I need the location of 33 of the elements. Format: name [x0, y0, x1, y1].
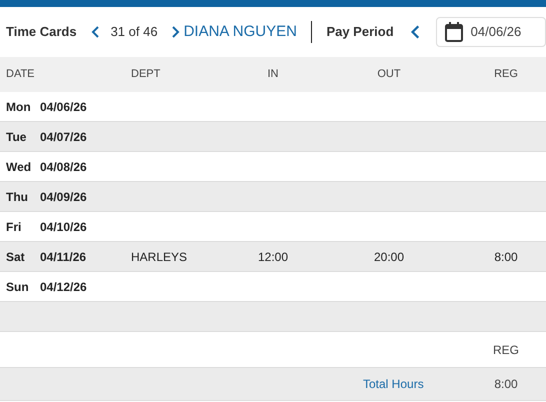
- employee-name: DIANA NGUYEN: [184, 22, 297, 42]
- column-header: OUT: [376, 67, 402, 82]
- day-cell-text: Mon: [6, 98, 32, 116]
- day-cell-text: Sat: [6, 248, 26, 266]
- page-title: Time Cards: [6, 23, 77, 42]
- date-cell-text: 04/08/26: [40, 158, 88, 176]
- table-cell-text: 8:00: [493, 248, 519, 266]
- date-cell-text: 04/06/26: [40, 98, 88, 116]
- total-hours-label: Total Hours: [362, 376, 425, 393]
- date-cell-text: 04/07/26: [40, 128, 88, 146]
- day-cell-text: Fri: [6, 218, 22, 236]
- column-header: DEPT: [131, 67, 162, 82]
- date-field[interactable]: 04/06/26: [436, 17, 546, 47]
- date-cell-text: 04/12/26: [40, 278, 88, 296]
- column-header: REG: [492, 342, 520, 358]
- total-hours-value: 8:00: [493, 376, 519, 393]
- date-cell-text: 04/10/26: [40, 218, 88, 236]
- column-header: DATE: [6, 67, 36, 82]
- day-cell-text: Thu: [6, 188, 29, 206]
- day-cell-text: Sun: [6, 278, 30, 296]
- calendar-icon: [444, 22, 463, 42]
- table-cell-text: 20:00: [372, 248, 406, 266]
- column-header: IN: [266, 67, 280, 82]
- column-header: REG: [493, 67, 519, 82]
- date-cell-text: 04/11/26: [40, 248, 88, 266]
- table-cell-text: 12:00: [256, 248, 290, 266]
- record-counter: 31 of 46: [110, 23, 158, 42]
- table-cell-text: HARLEYS: [131, 248, 188, 266]
- day-cell-text: Tue: [6, 128, 28, 146]
- pay-period-label: Pay Period: [326, 23, 394, 42]
- date-cell-text: 04/09/26: [40, 188, 88, 206]
- date-value: 04/06/26: [470, 23, 522, 42]
- day-cell-text: Wed: [6, 158, 32, 176]
